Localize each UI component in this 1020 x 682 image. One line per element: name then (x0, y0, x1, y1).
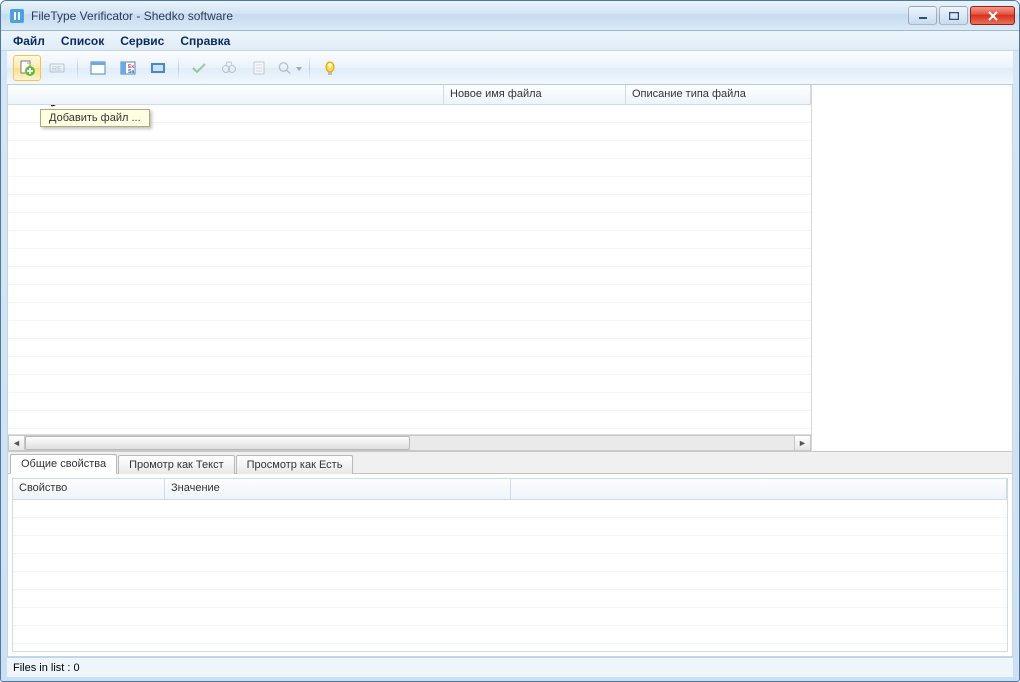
properties-body[interactable] (12, 500, 1008, 652)
binoculars-button[interactable] (215, 55, 243, 81)
zoom-dropdown[interactable] (275, 55, 303, 81)
scroll-left-button[interactable]: ◄ (8, 435, 25, 451)
window-title: FileType Verificator - Shedko software (31, 9, 908, 23)
tab-view-as-text[interactable]: Промотр как Текст (118, 455, 235, 474)
toolbar-separator (77, 56, 78, 80)
view-list-button[interactable] (84, 55, 112, 81)
svg-text:Sa: Sa (128, 69, 134, 75)
check-button[interactable] (185, 55, 213, 81)
tab-general[interactable]: Общие свойства (10, 454, 117, 474)
minimize-button[interactable] (908, 6, 937, 25)
grid-header: Новое имя файла Описание типа файла (8, 85, 811, 105)
file-grid: Новое имя файла Описание типа файла Доба… (8, 85, 812, 451)
grid-col-newname[interactable]: Новое имя файла (444, 85, 626, 104)
maximize-button[interactable] (939, 6, 968, 25)
view-extended-button[interactable]: ExSa (114, 55, 142, 81)
upper-pane: Новое имя файла Описание типа файла Доба… (8, 85, 1012, 451)
menu-service[interactable]: Сервис (112, 32, 172, 50)
window-controls (908, 6, 1015, 25)
rename-button[interactable]: RE (43, 55, 71, 81)
prop-col-name[interactable]: Свойство (13, 479, 165, 499)
app-window: FileType Verificator - Shedko software Ф… (0, 0, 1020, 682)
scroll-thumb[interactable] (25, 436, 410, 450)
client-area: Новое имя файла Описание типа файла Доба… (7, 85, 1013, 657)
close-button[interactable] (970, 6, 1015, 25)
statusbar: Files in list : 0 (7, 657, 1013, 677)
menu-list[interactable]: Список (53, 32, 112, 50)
menu-help[interactable]: Справка (172, 32, 238, 50)
horizontal-scrollbar[interactable]: ◄ ► (8, 434, 811, 451)
menu-file[interactable]: Файл (5, 32, 53, 50)
grid-body[interactable]: Добавить файл ... (8, 105, 811, 434)
scroll-right-button[interactable]: ► (794, 435, 811, 451)
menubar: Файл Список Сервис Справка (1, 31, 1019, 51)
detail-tabs: Общие свойства Промотр как Текст Просмот… (8, 452, 1012, 474)
toolbar: RE ExSa (7, 51, 1013, 85)
app-icon (9, 8, 25, 24)
preview-pane (812, 85, 1012, 451)
tab-view-as-is[interactable]: Просмотр как Есть (236, 455, 354, 474)
prop-col-empty (511, 479, 1007, 499)
toolbar-separator (309, 56, 310, 80)
properties-header: Свойство Значение (12, 478, 1008, 500)
prop-col-value[interactable]: Значение (165, 479, 511, 499)
grid-col-desc[interactable]: Описание типа файла (626, 85, 811, 104)
view-preview-button[interactable] (144, 55, 172, 81)
status-files-count: Files in list : 0 (13, 662, 80, 674)
tooltip-add-file: Добавить файл ... (40, 109, 150, 127)
scroll-track[interactable] (25, 435, 794, 451)
add-file-button[interactable] (13, 55, 41, 81)
lower-pane: Общие свойства Промотр как Текст Просмот… (8, 451, 1012, 656)
document-button[interactable] (245, 55, 273, 81)
toolbar-separator (178, 56, 179, 80)
grid-col-filename[interactable] (8, 85, 444, 104)
hint-button[interactable] (316, 55, 344, 81)
titlebar: FileType Verificator - Shedko software (1, 1, 1019, 31)
svg-text:RE: RE (52, 66, 62, 73)
